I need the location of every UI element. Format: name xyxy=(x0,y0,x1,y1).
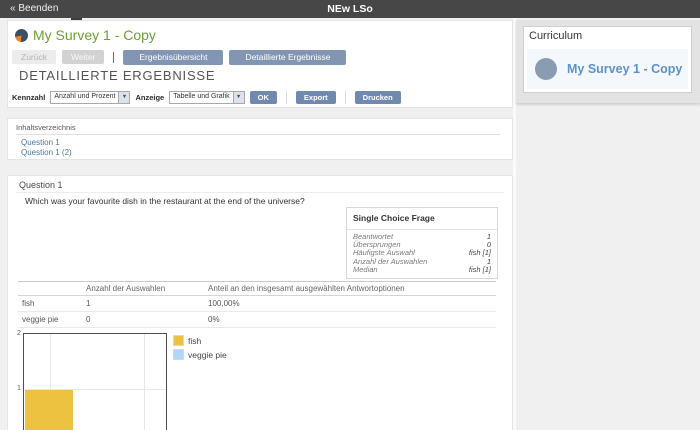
page-title: DETAILLIERTE ERGEBNISSE xyxy=(19,68,215,83)
y-axis-tick: 2 xyxy=(8,329,21,337)
toc-title: Inhaltsverzeichnis xyxy=(16,123,76,132)
curriculum-item-link[interactable]: My Survey 1 - Copy xyxy=(567,62,682,76)
legend-entry: fish xyxy=(173,335,227,346)
header-panel: My Survey 1 - Copy Zurück Weiter Ergebni… xyxy=(7,20,513,108)
ok-button[interactable]: OK xyxy=(250,91,277,104)
answers-table: Anzahl der Auswahlen Anteil an den insge… xyxy=(18,281,496,328)
table-row: veggie pie 0 0% xyxy=(18,312,496,328)
bar-fish xyxy=(25,390,73,430)
toc-link-question-1[interactable]: Question 1 xyxy=(21,138,60,147)
kennzahl-select[interactable]: Anzahl und Prozent ▼ xyxy=(50,91,130,104)
results-overview-button[interactable]: Ergebnisübersicht xyxy=(123,50,223,65)
gridline xyxy=(144,334,145,430)
bar-chart-plot xyxy=(23,333,167,430)
stats-label: Median xyxy=(353,266,378,274)
question-text: Which was your favourite dish in the res… xyxy=(25,196,305,206)
answer-count: 0 xyxy=(86,315,208,324)
toolbar-separator xyxy=(286,91,287,104)
detailed-results-button[interactable]: Detaillierte Ergebnisse xyxy=(229,50,346,65)
chevron-down-icon: ▼ xyxy=(233,92,244,103)
answer-label: veggie pie xyxy=(18,315,86,324)
bar-chart: 2 1 fish veggie pie xyxy=(8,329,348,430)
kennzahl-label: Kennzahl xyxy=(12,93,45,102)
item-status-circle xyxy=(535,58,557,80)
legend-entry: veggie pie xyxy=(173,349,227,360)
legend-swatch-fish xyxy=(173,335,184,346)
stats-header: Single Choice Frage xyxy=(347,208,497,230)
table-row: fish 1 100,00% xyxy=(18,296,496,312)
curriculum-title: Curriculum xyxy=(529,30,582,42)
divider xyxy=(16,192,504,193)
next-button[interactable]: Weiter xyxy=(62,50,104,64)
column-header: Anteil an den insgesamt ausgewählten Ant… xyxy=(208,284,496,293)
survey-title: My Survey 1 - Copy xyxy=(33,27,156,43)
toc-link-question-1-2[interactable]: Question 1 (2) xyxy=(21,148,72,157)
stats-value: fish [1] xyxy=(469,266,491,274)
answer-share: 0% xyxy=(208,315,496,324)
legend-label-veggie-pie: veggie pie xyxy=(188,350,227,360)
app-title: NEw LSo xyxy=(0,0,700,18)
toolbar: Kennzahl Anzahl und Prozent ▼ Anzeige Ta… xyxy=(12,89,401,105)
export-button[interactable]: Export xyxy=(296,91,336,104)
curriculum-panel: Curriculum My Survey 1 - Copy xyxy=(523,26,692,93)
anzeige-select-value: Tabelle und Grafik xyxy=(170,92,232,103)
anzeige-label: Anzeige xyxy=(135,93,164,102)
topbar: « Beenden NEw LSo xyxy=(0,0,700,18)
survey-pie-icon xyxy=(15,29,28,42)
question-title: Question 1 xyxy=(19,180,63,190)
anzeige-select[interactable]: Tabelle und Grafik ▼ xyxy=(169,91,244,104)
curriculum-item[interactable]: My Survey 1 - Copy xyxy=(527,49,688,89)
back-button[interactable]: Zurück xyxy=(12,50,56,64)
stats-body: Beantwortet 1 Übersprungen 0 Häufigste A… xyxy=(347,230,497,278)
question-panel: Question 1 Which was your favourite dish… xyxy=(7,175,513,430)
chart-legend: fish veggie pie xyxy=(173,335,227,363)
kennzahl-select-value: Anzahl und Prozent xyxy=(51,92,118,103)
curriculum-sidebar: Curriculum My Survey 1 - Copy xyxy=(516,20,700,103)
table-header-row: Anzahl der Auswahlen Anteil an den insge… xyxy=(18,281,496,296)
print-button[interactable]: Drucken xyxy=(355,91,401,104)
column-header: Anzahl der Auswahlen xyxy=(86,284,208,293)
answer-share: 100,00% xyxy=(208,299,496,308)
answer-label: fish xyxy=(18,299,86,308)
divider xyxy=(16,134,500,135)
nav-divider xyxy=(113,52,114,63)
legend-label-fish: fish xyxy=(188,336,201,346)
nav-button-row: Zurück Weiter Ergebnisübersicht Detailli… xyxy=(12,50,346,64)
answer-count: 1 xyxy=(86,299,208,308)
legend-swatch-veggie-pie xyxy=(173,349,184,360)
toolbar-separator xyxy=(345,91,346,104)
toc-panel: Inhaltsverzeichnis Question 1 Question 1… xyxy=(7,118,513,160)
y-axis-tick: 1 xyxy=(8,384,21,392)
stats-row: Median fish [1] xyxy=(353,266,491,274)
question-stats-box: Single Choice Frage Beantwortet 1 Übersp… xyxy=(346,207,498,279)
chevron-down-icon: ▼ xyxy=(118,92,129,103)
